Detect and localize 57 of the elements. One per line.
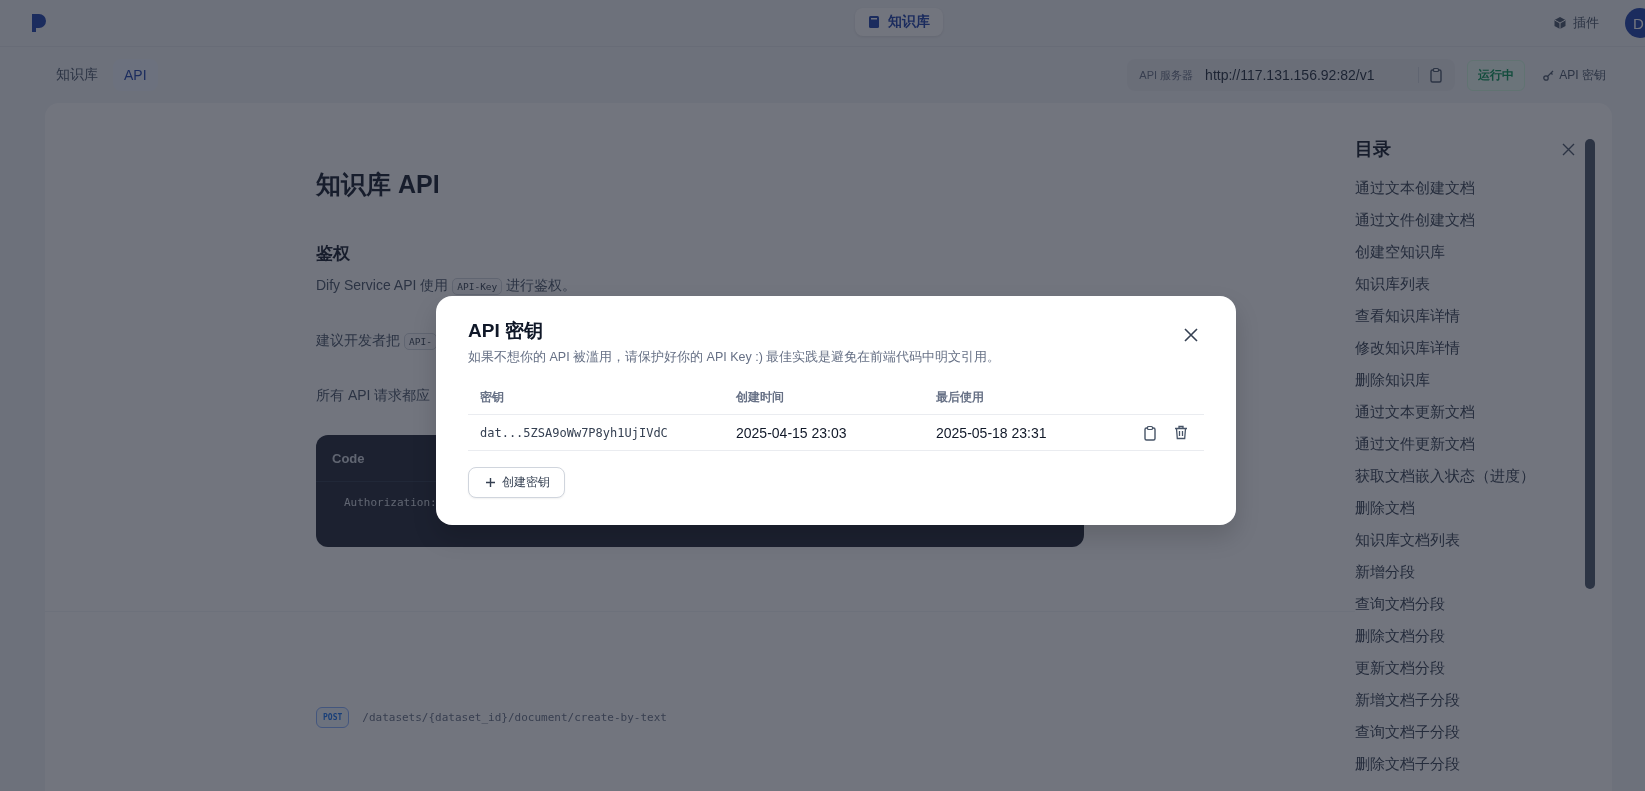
toc-link[interactable]: 修改知识库详情 (1355, 332, 1460, 364)
toc-title: 目录 (1355, 138, 1391, 161)
column-header: 创建时间 (736, 388, 785, 406)
toc-link[interactable]: 通过文本更新文档 (1355, 396, 1475, 428)
copy-icon[interactable] (1143, 424, 1157, 441)
toc-link[interactable]: 新增文档子分段 (1355, 684, 1460, 716)
plus-icon (485, 477, 496, 488)
paragraph-text: Dify Service API 使用 (316, 277, 449, 295)
paragraph-text: 所有 API 请求都应 (316, 387, 431, 405)
nav-tab[interactable]: 知识库 (855, 8, 943, 36)
scrollbar[interactable] (1585, 139, 1595, 589)
toc-link[interactable]: 获取文档嵌入状态（进度） (1355, 460, 1535, 492)
dialog-description: 如果不想你的 API 被滥用，请保护好你的 API Key :) 最佳实践是避免在前端代码中明文引用。 (468, 349, 1001, 366)
create-key-button[interactable]: 创建密钥 (468, 467, 565, 498)
endpoint-path: /datasets/{dataset_id}/document/create-by-text (362, 711, 667, 724)
status-badge: 运行中 (1467, 59, 1526, 91)
toc-link[interactable]: 通过文件创建文档 (1355, 204, 1475, 236)
toc-link[interactable]: 知识库列表 (1355, 268, 1430, 300)
toc-link[interactable]: 查看知识库详情 (1355, 300, 1460, 332)
column-header: 最后使用 (936, 388, 985, 406)
toc-link[interactable]: 查询文档子分段 (1355, 716, 1460, 748)
toc-link[interactable]: 删除文档分段 (1355, 620, 1445, 652)
tab[interactable]: API (113, 59, 158, 91)
inline-code: API-Key (452, 277, 503, 295)
toc-link[interactable]: 更新文档分段 (1355, 652, 1445, 684)
toc-link[interactable]: 通过文本创建文档 (1355, 172, 1475, 204)
toc-link[interactable]: 查询文档分段 (1355, 588, 1445, 620)
book-icon (868, 15, 880, 29)
dialog-title: API 密钥 (468, 319, 544, 343)
section-heading: 鉴权 (316, 243, 351, 265)
avatar[interactable]: D (1625, 8, 1645, 38)
cube-icon (1553, 16, 1567, 30)
toc-link[interactable]: 新增分段 (1355, 556, 1415, 588)
toc-link[interactable]: 删除文档子分段 (1355, 748, 1460, 780)
page-title: 知识库 API (316, 169, 441, 200)
api-key-button[interactable]: API 密钥 (1537, 65, 1612, 85)
logo-icon[interactable] (30, 12, 48, 34)
method-badge: POST (316, 707, 350, 728)
toc-link[interactable]: 创建空知识库 (1355, 236, 1445, 268)
inline-code: API- (404, 332, 437, 350)
toc-link[interactable]: 删除知识库 (1355, 364, 1430, 396)
table-cell-text: 2025-04-15 23:03 (736, 424, 848, 441)
toc-link[interactable]: 删除文档 (1355, 492, 1415, 524)
plugins-button[interactable]: 插件 (1547, 13, 1605, 33)
paragraph-text: 建议开发者把 (316, 332, 400, 350)
code-line: Authorization: (344, 496, 438, 509)
api-key-cell-text: dat...5ZSA9oWw7P8yh1UjIVdC (480, 425, 669, 440)
table-cell-text: 2025-05-18 23:31 (936, 424, 1048, 441)
toc-link[interactable]: 知识库文档列表 (1355, 524, 1460, 556)
toc-link[interactable]: 通过文件更新文档 (1355, 428, 1475, 460)
code-block-title: Code (332, 450, 365, 466)
tab[interactable]: 知识库 (45, 59, 109, 91)
close-icon[interactable] (1184, 328, 1198, 342)
paragraph-text: 进行鉴权。 (506, 277, 577, 295)
key-icon (1543, 69, 1555, 81)
column-header: 密钥 (480, 388, 505, 406)
delete-icon[interactable] (1174, 424, 1188, 440)
